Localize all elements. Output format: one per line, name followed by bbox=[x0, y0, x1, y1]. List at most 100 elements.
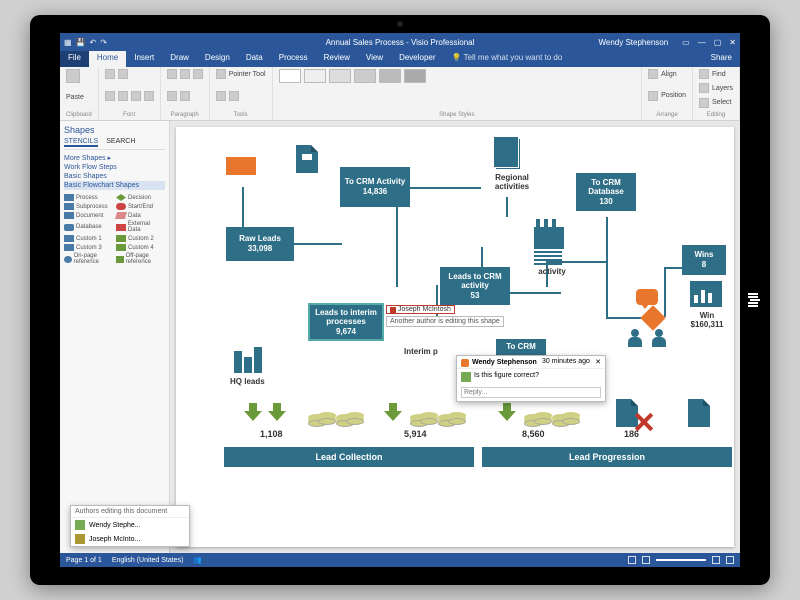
shape-process[interactable]: Process bbox=[64, 194, 112, 201]
shape-startend[interactable]: Start/End bbox=[116, 203, 164, 210]
save-icon[interactable]: 💾 bbox=[76, 38, 86, 47]
position-icon[interactable] bbox=[648, 91, 658, 101]
style-swatch-5[interactable] bbox=[379, 69, 401, 83]
close-icon[interactable]: ✕ bbox=[729, 38, 736, 47]
align-center-icon[interactable] bbox=[180, 69, 190, 79]
tab-design[interactable]: Design bbox=[197, 51, 238, 67]
align-left-icon[interactable] bbox=[167, 69, 177, 79]
zoom-in-icon[interactable] bbox=[712, 556, 720, 564]
shape-leads-interim[interactable]: Leads to interim processes9,674 bbox=[308, 303, 384, 341]
zoom-slider[interactable] bbox=[656, 559, 706, 561]
tab-home[interactable]: Home bbox=[89, 51, 126, 67]
cat-basic[interactable]: Basic Shapes bbox=[64, 172, 165, 181]
shapes-tab-search[interactable]: SEARCH bbox=[106, 138, 135, 147]
shape-offpage[interactable]: Off-page reference bbox=[116, 253, 164, 265]
status-page[interactable]: Page 1 of 1 bbox=[66, 557, 102, 564]
shape-leads-crm-activity[interactable]: Leads to CRM activity53 bbox=[440, 267, 510, 305]
cat-flowchart[interactable]: Basic Flowchart Shapes bbox=[64, 181, 165, 190]
coins-icon bbox=[524, 407, 550, 427]
shape-wins[interactable]: Wins8 bbox=[682, 245, 726, 275]
shapes-tab-stencils[interactable]: STENCILS bbox=[64, 138, 98, 147]
cat-workflow[interactable]: Work Flow Steps bbox=[64, 163, 165, 172]
presentation-mode-icon[interactable] bbox=[628, 556, 636, 564]
documents-stack-icon[interactable] bbox=[496, 139, 520, 169]
layers-icon[interactable] bbox=[699, 83, 709, 93]
text-tool-icon[interactable] bbox=[229, 91, 239, 101]
fit-page-icon[interactable] bbox=[726, 556, 734, 564]
speech-bubble-icon[interactable] bbox=[636, 289, 658, 305]
factory-icon[interactable] bbox=[534, 227, 564, 249]
tab-draw[interactable]: Draw bbox=[162, 51, 197, 67]
indent-icon[interactable] bbox=[180, 91, 190, 101]
download-document-icon[interactable] bbox=[296, 145, 318, 173]
buildings-icon[interactable] bbox=[234, 347, 264, 373]
coauthors-icon[interactable]: 👥 bbox=[193, 556, 202, 564]
bold-icon[interactable] bbox=[105, 91, 115, 101]
status-language[interactable]: English (United States) bbox=[112, 557, 184, 564]
font-size-dropdown[interactable] bbox=[118, 69, 128, 79]
bullets-icon[interactable] bbox=[167, 91, 177, 101]
undo-icon[interactable]: ↶ bbox=[90, 38, 97, 47]
underline-icon[interactable] bbox=[131, 91, 141, 101]
drawing-canvas[interactable]: To CRM Activity14,836 Regional activitie… bbox=[176, 127, 734, 547]
style-swatch-3[interactable] bbox=[329, 69, 351, 83]
author-row[interactable]: Joseph McInto... bbox=[71, 532, 189, 546]
maximize-icon[interactable]: ▢ bbox=[714, 38, 722, 47]
shape-onpage[interactable]: On-page reference bbox=[64, 253, 112, 265]
font-name-dropdown[interactable] bbox=[105, 69, 115, 79]
select-icon[interactable] bbox=[699, 98, 709, 108]
minimize-icon[interactable]: — bbox=[698, 38, 706, 47]
align-icon[interactable] bbox=[648, 69, 658, 79]
share-button[interactable]: Share bbox=[703, 51, 740, 67]
shape-subprocess[interactable]: Subprocess bbox=[64, 203, 112, 210]
shape-raw-leads[interactable]: Raw Leads33,098 bbox=[226, 227, 294, 261]
italic-icon[interactable] bbox=[118, 91, 128, 101]
shape-to-crm-activity[interactable]: To CRM Activity14,836 bbox=[340, 167, 410, 207]
tab-insert[interactable]: Insert bbox=[126, 51, 162, 67]
banner-progression[interactable]: Lead Progression bbox=[482, 447, 732, 467]
ribbon-options-icon[interactable]: ▭ bbox=[682, 38, 690, 47]
font-color-icon[interactable] bbox=[144, 91, 154, 101]
shape-external[interactable]: External Data bbox=[116, 221, 164, 233]
chart-up-icon[interactable] bbox=[690, 281, 722, 307]
cat-more-shapes[interactable]: More Shapes ▸ bbox=[64, 153, 165, 163]
people-icon[interactable] bbox=[628, 323, 668, 347]
zoom-out-icon[interactable] bbox=[642, 556, 650, 564]
position-label: Position bbox=[661, 92, 686, 99]
tab-data[interactable]: Data bbox=[238, 51, 271, 67]
style-swatch-6[interactable] bbox=[404, 69, 426, 83]
tab-view[interactable]: View bbox=[358, 51, 391, 67]
author-row[interactable]: Wendy Stephe... bbox=[71, 518, 189, 532]
comment-close-icon[interactable]: ✕ bbox=[595, 358, 601, 366]
document-icon[interactable] bbox=[688, 399, 710, 427]
shape-decision[interactable]: Decision bbox=[116, 194, 164, 201]
banner-collection[interactable]: Lead Collection bbox=[224, 447, 474, 467]
paste-icon[interactable] bbox=[66, 69, 80, 83]
shape-custom2[interactable]: Custom 2 bbox=[116, 235, 164, 242]
redo-icon[interactable]: ↷ bbox=[100, 38, 107, 47]
style-swatch-1[interactable] bbox=[279, 69, 301, 83]
connector-tool-icon[interactable] bbox=[216, 91, 226, 101]
tab-developer[interactable]: Developer bbox=[391, 51, 443, 67]
shape-document[interactable]: Document bbox=[64, 212, 112, 219]
style-swatch-4[interactable] bbox=[354, 69, 376, 83]
signed-in-user[interactable]: Wendy Stephenson bbox=[598, 38, 668, 47]
tab-review[interactable]: Review bbox=[316, 51, 358, 67]
tab-process[interactable]: Process bbox=[271, 51, 316, 67]
shape-custom3[interactable]: Custom 3 bbox=[64, 244, 112, 251]
tab-file[interactable]: File bbox=[60, 51, 89, 67]
find-icon[interactable] bbox=[699, 69, 709, 79]
style-swatch-2[interactable] bbox=[304, 69, 326, 83]
shape-custom1[interactable]: Custom 1 bbox=[64, 235, 112, 242]
shape-database[interactable]: Database bbox=[64, 221, 112, 233]
align-right-icon[interactable] bbox=[193, 69, 203, 79]
tell-me-search[interactable]: 💡 Tell me what you want to do bbox=[444, 51, 571, 67]
shape-custom4[interactable]: Custom 4 bbox=[116, 244, 164, 251]
inbox-icon[interactable] bbox=[226, 157, 256, 175]
shape-data[interactable]: Data bbox=[116, 212, 164, 219]
pointer-tool-icon[interactable] bbox=[216, 69, 226, 79]
comment-reply-input[interactable] bbox=[461, 387, 601, 398]
shape-to-crm[interactable]: To CRM bbox=[496, 339, 546, 355]
presence-user-tag[interactable]: Joseph McIntosh bbox=[386, 305, 455, 314]
shape-to-crm-db[interactable]: To CRM Database130 bbox=[576, 173, 636, 211]
